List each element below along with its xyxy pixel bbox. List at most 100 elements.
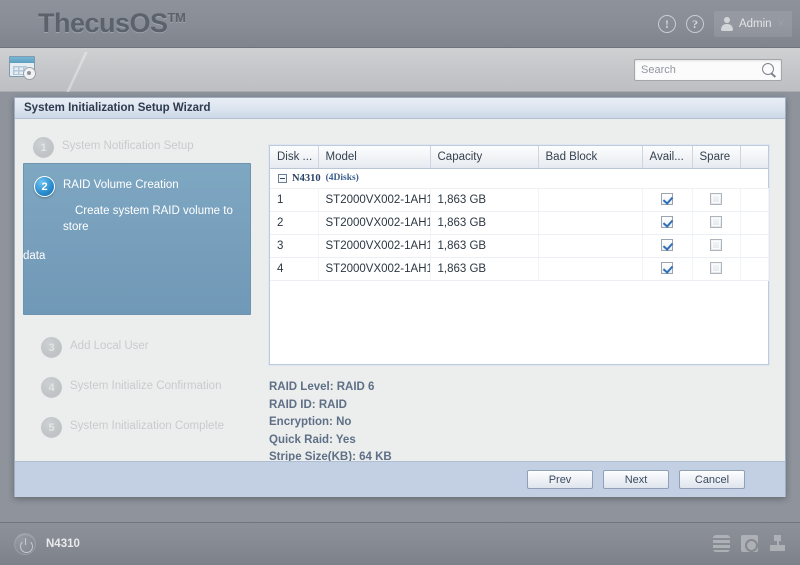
cell-available[interactable] <box>642 234 693 258</box>
step-5-label: System Initialization Complete <box>70 420 225 432</box>
cell-model: ST2000VX002-1AH1 <box>318 234 431 258</box>
search-box[interactable] <box>634 59 782 81</box>
cell-spare[interactable] <box>692 234 741 258</box>
cell-spare[interactable] <box>692 211 741 235</box>
disk-stack-icon[interactable] <box>713 535 730 552</box>
wizard-step-2[interactable]: 2 RAID Volume Creation Create system RAI… <box>23 163 251 315</box>
spare-checkbox[interactable] <box>710 193 722 206</box>
cell-available[interactable] <box>642 187 693 212</box>
step-1-label: System Notification Setup <box>62 140 194 152</box>
wizard-step-3[interactable]: 3 Add Local User <box>31 327 259 367</box>
step-4-number: 4 <box>41 377 62 398</box>
wizard-step-4[interactable]: 4 System Initialize Confirmation <box>31 367 259 407</box>
status-icon-group <box>713 535 786 552</box>
network-stem <box>777 541 779 545</box>
column-header-spare[interactable]: Spare <box>692 146 741 169</box>
available-checkbox[interactable] <box>661 262 673 275</box>
user-avatar-icon <box>720 17 734 31</box>
wizard-steps-lower: 3 Add Local User 4 System Initialize Con… <box>31 327 259 447</box>
step-1-number: 1 <box>33 137 54 158</box>
wizard-title-text: System Initialization Setup Wizard <box>24 102 211 114</box>
step-3-label: Add Local User <box>70 340 149 352</box>
spare-checkbox[interactable] <box>710 262 722 275</box>
power-icon[interactable] <box>14 533 36 555</box>
next-button[interactable]: Next <box>603 470 669 489</box>
disk-group-count: (4Disks) <box>325 173 359 183</box>
cancel-button[interactable]: Cancel <box>679 470 745 489</box>
column-header-blank <box>740 146 768 169</box>
table-row[interactable]: 4 ST2000VX002-1AH1 1,863 GB <box>270 257 769 281</box>
available-checkbox[interactable] <box>661 239 673 252</box>
wizard-step-5[interactable]: 5 System Initialization Complete <box>31 407 259 447</box>
step-4-label: System Initialize Confirmation <box>70 380 222 392</box>
disk-group-cell: N4310 (4Disks) <box>270 168 768 189</box>
cell-disk: 2 <box>270 211 319 235</box>
cell-spare[interactable] <box>692 257 741 281</box>
device-name-label: N4310 <box>46 538 80 550</box>
raid-level: RAID Level: RAID 6 <box>269 381 375 393</box>
column-header-available[interactable]: Avail... <box>642 146 693 169</box>
cell-bad-block <box>538 234 643 258</box>
wizard-step-1[interactable]: 1 System Notification Setup <box>23 127 251 167</box>
setup-wizard-dialog: System Initialization Setup Wizard 1 Sys… <box>14 97 786 497</box>
cell-capacity: 1,863 GB <box>430 187 539 212</box>
step-2-description: Create system RAID volume to store <box>63 205 233 233</box>
prev-button[interactable]: Prev <box>527 470 593 489</box>
table-row[interactable]: 2 ST2000VX002-1AH1 1,863 GB <box>270 211 769 235</box>
raid-encryption: Encryption: No <box>269 416 352 428</box>
spare-checkbox[interactable] <box>710 216 722 229</box>
cell-available[interactable] <box>642 211 693 235</box>
admin-label: Admin <box>738 18 772 30</box>
disk-group-row[interactable]: N4310 (4Disks) <box>270 168 768 189</box>
logout-close-icon[interactable]: × <box>778 18 784 30</box>
raid-id: RAID ID: RAID <box>269 398 347 411</box>
control-panel-icon[interactable] <box>9 56 37 80</box>
cell-capacity: 1,863 GB <box>430 257 539 281</box>
wizard-body: 1 System Notification Setup 3 Add Local … <box>15 119 785 497</box>
disk-table-header-row: Disk ... Model Capacity Bad Block Avail.… <box>270 146 768 169</box>
drive-icon[interactable] <box>741 535 758 552</box>
available-checkbox[interactable] <box>661 193 673 206</box>
wizard-content: Disk ... Model Capacity Bad Block Avail.… <box>261 127 777 472</box>
step-5-number: 5 <box>41 417 62 438</box>
available-checkbox[interactable] <box>661 216 673 229</box>
status-bar: N4310 <box>0 522 800 565</box>
cell-disk: 4 <box>270 257 319 281</box>
toolbar <box>0 48 800 92</box>
collapse-icon[interactable] <box>278 173 287 183</box>
top-header: ThecusOSTM ! ? Admin × <box>0 0 800 48</box>
disk-table-head: Disk ... Model Capacity Bad Block Avail.… <box>270 146 768 169</box>
wizard-title-bar: System Initialization Setup Wizard <box>15 98 785 119</box>
spare-checkbox[interactable] <box>710 239 722 252</box>
cell-blank <box>740 187 769 212</box>
step-2-label: RAID Volume Creation <box>63 179 179 191</box>
admin-menu[interactable]: Admin × <box>713 11 792 37</box>
cell-model: ST2000VX002-1AH1 <box>318 187 431 212</box>
column-header-model[interactable]: Model <box>318 146 431 169</box>
table-row[interactable]: 3 ST2000VX002-1AH1 1,863 GB <box>270 234 769 258</box>
cell-disk: 3 <box>270 234 319 258</box>
raid-quick: Quick Raid: Yes <box>269 433 356 446</box>
column-header-capacity[interactable]: Capacity <box>430 146 539 169</box>
cell-spare[interactable] <box>692 187 741 212</box>
info-icon[interactable]: ! <box>657 15 676 33</box>
cell-available[interactable] <box>642 257 693 281</box>
table-row[interactable]: 1 ST2000VX002-1AH1 1,863 GB <box>270 187 769 212</box>
step-3-number: 3 <box>41 337 62 358</box>
cell-bad-block <box>538 187 643 212</box>
step-2-number: 2 <box>34 176 55 197</box>
disk-table: Disk ... Model Capacity Bad Block Avail.… <box>270 146 769 281</box>
cell-model: ST2000VX002-1AH1 <box>318 211 431 235</box>
disk-group-name: N4310 <box>292 172 321 184</box>
help-icon[interactable]: ? <box>685 15 704 33</box>
column-header-disk[interactable]: Disk ... <box>270 146 319 169</box>
column-header-bad-block[interactable]: Bad Block <box>538 146 643 169</box>
cell-blank <box>740 211 769 235</box>
cell-bad-block <box>538 211 643 235</box>
wizard-footer: Prev Next Cancel <box>15 461 785 497</box>
cell-capacity: 1,863 GB <box>430 211 539 235</box>
search-icon[interactable] <box>762 63 777 78</box>
search-input[interactable] <box>635 60 781 80</box>
disk-table-body: 1 ST2000VX002-1AH1 1,863 GB 2 ST2000VX00… <box>270 187 769 281</box>
network-icon[interactable] <box>769 535 786 552</box>
